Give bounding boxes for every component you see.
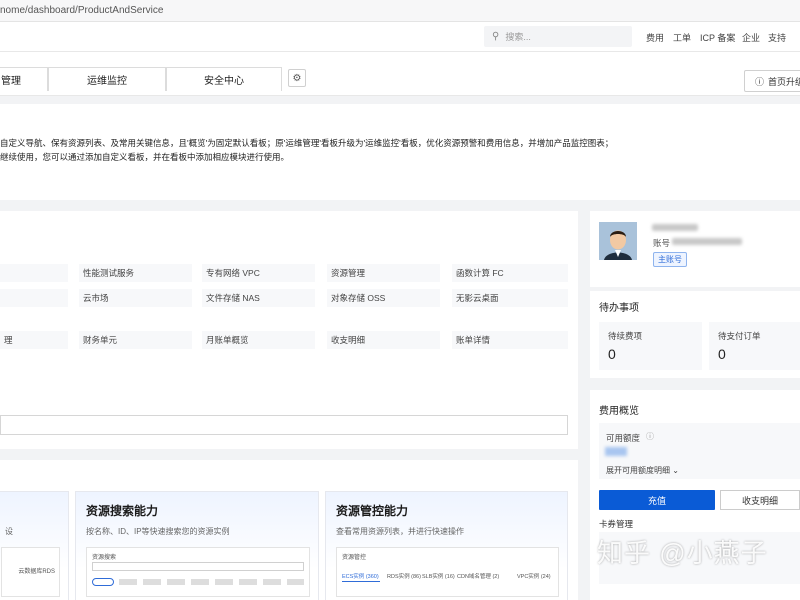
capability-desc: 设 — [5, 527, 13, 536]
capability-card-resource-control[interactable]: 资源管控能力 查看常用资源列表，并进行快速操作 资源管控 ECS实例 (360)… — [325, 491, 568, 600]
tab-security-center[interactable]: 安全中心 — [166, 67, 282, 91]
top-navigation-bar: ⚲ 搜索... 费用 工单 ICP 备案 企业 支持 — [0, 22, 800, 52]
shortcut-oss[interactable]: 对象存储 OSS — [327, 289, 440, 307]
info-icon: ⓘ — [755, 76, 765, 87]
url-text: nome/dashboard/ProductAndService — [0, 5, 164, 16]
tab-ops-monitoring[interactable]: 运维监控 — [48, 67, 166, 91]
settings-gear-button[interactable]: ⚙ — [288, 69, 306, 87]
preview-chips — [119, 579, 304, 585]
account-name-redacted — [652, 224, 698, 231]
preview-label: 云数据库RDS — [18, 569, 55, 575]
shortcut-income-expense[interactable]: 收支明细 — [327, 331, 440, 349]
todo-label: 待支付订单 — [718, 331, 761, 341]
capability-desc: 按名称、ID、IP等快速搜索您的资源实例 — [86, 527, 230, 536]
income-expense-button[interactable]: 收支明细 — [720, 490, 800, 510]
preview-tab-underline — [342, 581, 380, 582]
tab-label: 运维监控 — [87, 76, 127, 87]
home-upgrade-label: 首页升级 — [768, 76, 800, 87]
preview-search-box — [92, 562, 304, 571]
tab-label: 安全中心 — [204, 76, 244, 87]
home-upgrade-button[interactable]: ⓘ 首页升级 — [744, 70, 800, 92]
address-bar[interactable]: nome/dashboard/ProductAndService — [0, 0, 800, 22]
shortcut-bill-detail[interactable]: 账单详情 — [452, 331, 568, 349]
capability-preview: 资源搜索 — [86, 547, 310, 597]
nav-support[interactable]: 支持 — [768, 31, 786, 44]
preview-tab: SLB实例 (16) — [422, 574, 455, 580]
expand-credit-label: 展开可用额度明细 — [606, 466, 670, 475]
account-id-redacted — [672, 238, 742, 245]
account-panel: 账号 主账号 — [590, 211, 800, 287]
credit-amount-redacted — [605, 447, 627, 456]
preview-title: 资源管控 — [342, 555, 367, 561]
preview-tab: RDS实例 (86) — [387, 574, 421, 580]
shortcut-search-input[interactable] — [0, 415, 568, 435]
preview-tab: VPC实例 (24) — [517, 574, 551, 580]
billing-title: 费用概览 — [599, 406, 639, 417]
capability-preview: 资源管控 ECS实例 (360) RDS实例 (86) SLB实例 (16) C… — [336, 547, 559, 597]
available-credit-label: 可用额度 — [606, 433, 641, 443]
shortcut-nas[interactable]: 文件存储 NAS — [202, 289, 315, 307]
shortcut-vpc[interactable]: 专有网络 VPC — [202, 264, 315, 282]
search-input[interactable]: ⚲ 搜索... — [484, 26, 632, 47]
capability-card[interactable]: 设 云数据库RDS — [0, 491, 69, 600]
capability-card-resource-search[interactable]: 资源搜索能力 按名称、ID、IP等快速搜索您的资源实例 资源搜索 — [75, 491, 319, 600]
recharge-label: 充值 — [647, 495, 666, 506]
chevron-down-icon: ⌄ — [672, 466, 679, 475]
shortcut-resource-mgmt[interactable]: 资源管理 — [327, 264, 440, 282]
dashboard-tab-bar: 管理 运维监控 安全中心 ⚙ ⓘ 首页升级 — [0, 52, 800, 96]
nav-icp[interactable]: ICP 备案 — [700, 31, 735, 44]
notice-line-1: 自定义导航、保有资源列表、及常用关键信息，且'概览'为固定默认看板；原'运维管理… — [0, 138, 614, 148]
nav-enterprise[interactable]: 企业 — [742, 31, 760, 44]
preview-title: 资源搜索 — [92, 555, 117, 561]
zhihu-watermark: 知乎 @小燕子 — [597, 538, 768, 568]
voucher-title: 卡券管理 — [599, 519, 634, 529]
help-icon[interactable]: ⓘ — [646, 431, 654, 442]
search-placeholder: 搜索... — [505, 32, 531, 42]
shortcut-pts[interactable]: 性能测试服务 — [79, 264, 192, 282]
avatar — [599, 222, 637, 260]
todo-label: 待续费项 — [608, 331, 643, 341]
shortcut-cell[interactable] — [0, 264, 68, 282]
tab-management[interactable]: 管理 — [0, 67, 48, 91]
main-account-badge: 主账号 — [653, 252, 687, 267]
todo-title: 待办事项 — [599, 303, 639, 314]
nav-tickets[interactable]: 工单 — [673, 31, 691, 44]
income-expense-label: 收支明细 — [741, 495, 778, 506]
tab-label: 管理 — [1, 76, 21, 87]
todo-count: 0 — [718, 346, 726, 362]
account-id-label: 账号 — [653, 238, 671, 248]
expand-credit-details[interactable]: 展开可用额度明细 ⌄ — [606, 465, 679, 476]
capability-title: 资源管控能力 — [336, 504, 409, 518]
todo-count: 0 — [608, 346, 616, 362]
upgrade-notice: 自定义导航、保有资源列表、及常用关键信息，且'概览'为固定默认看板；原'运维管理… — [0, 104, 800, 200]
shortcut-cell[interactable] — [0, 289, 68, 307]
preview-tab: CDN域名管理 (2) — [457, 574, 500, 580]
todo-renewal[interactable]: 待续费项 0 — [599, 322, 702, 370]
nav-fees[interactable]: 费用 — [646, 31, 664, 44]
shortcuts-panel — [0, 211, 578, 449]
notice-line-2: 继续使用，您可以通过添加自定义看板，并在看板中添加相应模块进行使用。 — [0, 152, 290, 162]
shortcut-fc[interactable]: 函数计算 FC — [452, 264, 568, 282]
preview-chip — [92, 578, 114, 586]
capability-title: 资源搜索能力 — [86, 504, 159, 518]
gear-icon: ⚙ — [292, 72, 302, 84]
search-icon: ⚲ — [492, 31, 500, 42]
shortcut-finance-unit[interactable]: 财务单元 — [79, 331, 192, 349]
shortcut-wuying[interactable]: 无影云桌面 — [452, 289, 568, 307]
available-credit-box: 可用额度 ⓘ 展开可用额度明细 ⌄ — [599, 423, 800, 479]
shortcut-monthly-bill[interactable]: 月账单概览 — [202, 331, 315, 349]
recharge-button[interactable]: 充值 — [599, 490, 715, 510]
preview-tab: ECS实例 (360) — [342, 574, 379, 580]
shortcut-marketplace[interactable]: 云市场 — [79, 289, 192, 307]
shortcut-cell[interactable]: 理 — [0, 331, 68, 349]
capability-preview: 云数据库RDS — [1, 547, 60, 597]
todo-unpaid-orders[interactable]: 待支付订单 0 — [709, 322, 800, 370]
capability-desc: 查看常用资源列表，并进行快速操作 — [336, 527, 464, 536]
person-icon — [599, 222, 637, 260]
todo-panel: 待办事项 待续费项 0 待支付订单 0 — [590, 291, 800, 378]
